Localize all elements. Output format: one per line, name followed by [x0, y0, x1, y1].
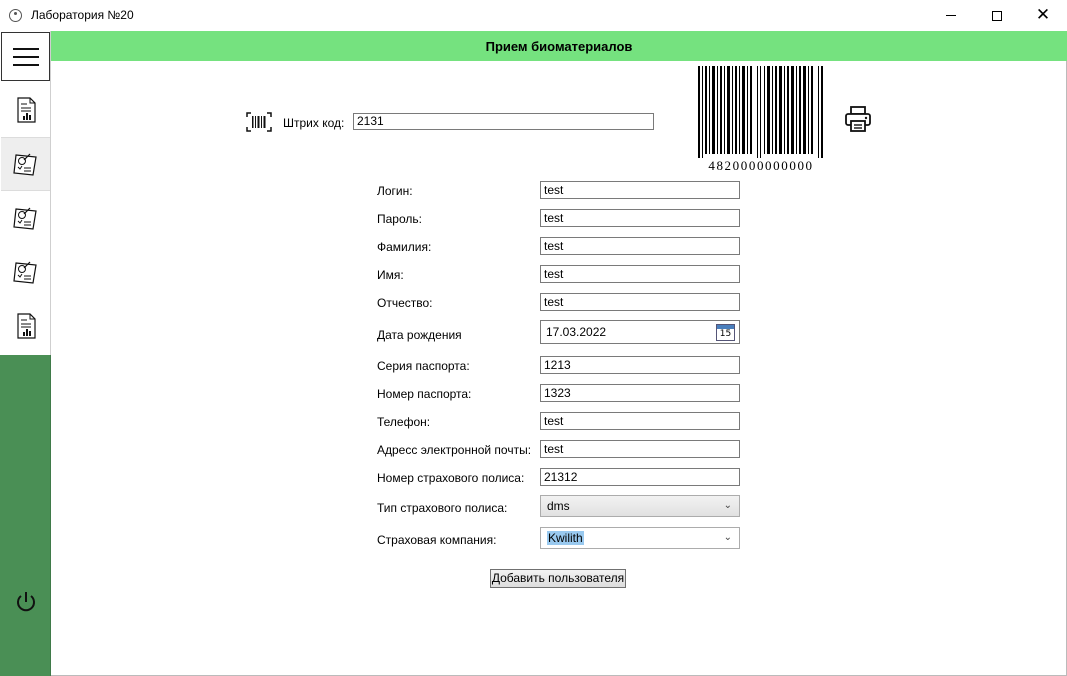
sidebar: [0, 31, 51, 676]
sidebar-item-statistics[interactable]: [1, 299, 50, 353]
patronymic-field[interactable]: test: [540, 293, 740, 311]
email-field[interactable]: test: [540, 440, 740, 458]
surname-field[interactable]: test: [540, 237, 740, 255]
passport-number-label: Номер паспорта:: [377, 387, 472, 401]
barcode-bars: [698, 66, 823, 158]
sidebar-nav: [0, 31, 51, 355]
minimize-button[interactable]: [928, 0, 974, 31]
passport-series-label: Серия паспорта:: [377, 359, 470, 373]
barcode-scan-icon[interactable]: [246, 112, 272, 132]
policy-type-label: Тип страхового полиса:: [377, 501, 508, 515]
app-icon: [9, 9, 22, 22]
insurance-company-select[interactable]: Kwilith ⌄: [540, 527, 740, 549]
password-label: Пароль:: [377, 212, 422, 226]
insurance-company-value: Kwilith: [547, 531, 584, 545]
patronymic-label: Отчество:: [377, 296, 433, 310]
barcode-input[interactable]: 2131: [353, 113, 654, 130]
checklist-icon: [12, 207, 37, 230]
policy-type-value: dms: [547, 499, 570, 513]
minimize-icon: [946, 15, 956, 16]
checklist-icon: [12, 261, 37, 284]
report-chart-icon: [16, 97, 36, 123]
name-label: Имя:: [377, 268, 404, 282]
barcode-label: Штрих код:: [283, 116, 345, 130]
birthdate-label: Дата рождения: [377, 328, 462, 342]
close-icon: ✕: [1035, 5, 1051, 25]
report-chart-icon: [16, 313, 36, 339]
passport-series-field[interactable]: 1213: [540, 356, 740, 374]
sidebar-item-services[interactable]: [1, 245, 50, 299]
close-button[interactable]: ✕: [1020, 0, 1066, 31]
window-title: Лаборатория №20: [31, 8, 134, 22]
login-label: Логин:: [377, 184, 413, 198]
phone-label: Телефон:: [377, 415, 431, 429]
sidebar-item-biomaterial[interactable]: [1, 137, 50, 191]
page-title: Прием биоматериалов: [51, 31, 1067, 61]
insurance-company-label: Страховая компания:: [377, 533, 497, 547]
menu-line: [12, 47, 39, 50]
policy-number-label: Номер страхового полиса:: [377, 471, 525, 485]
name-field[interactable]: test: [540, 265, 740, 283]
logout-button[interactable]: [1, 575, 50, 629]
checklist-icon: [12, 153, 37, 176]
password-field[interactable]: test: [540, 209, 740, 227]
chevron-down-icon: ⌄: [723, 500, 732, 511]
policy-number-field[interactable]: 21312: [540, 468, 740, 486]
title-bar: Лаборатория №20 ✕: [0, 0, 1067, 31]
passport-number-field[interactable]: 1323: [540, 384, 740, 402]
barcode-digits: 4820000000000: [708, 158, 814, 173]
email-label: Адресс электронной почты:: [377, 443, 532, 457]
power-icon: [16, 592, 35, 612]
login-field[interactable]: test: [540, 181, 740, 199]
maximize-button[interactable]: [974, 0, 1020, 31]
birthdate-picker[interactable]: 17.03.2022 15: [540, 320, 740, 344]
menu-line: [12, 55, 39, 58]
sidebar-item-orders[interactable]: [1, 191, 50, 245]
printer-icon[interactable]: [844, 105, 872, 133]
surname-label: Фамилия:: [377, 240, 432, 254]
chevron-down-icon: ⌄: [723, 532, 732, 543]
main-panel: Штрих код: 2131 4820000000000 Логин: tes…: [51, 61, 1067, 676]
add-user-button[interactable]: Добавить пользователя: [490, 569, 626, 588]
menu-line: [12, 63, 39, 66]
policy-type-select[interactable]: dms ⌄: [540, 495, 740, 517]
birthdate-value: 17.03.2022: [546, 325, 607, 339]
hamburger-menu-button[interactable]: [1, 32, 50, 81]
calendar-day: 15: [719, 329, 732, 339]
calendar-icon[interactable]: 15: [716, 324, 735, 341]
barcode-image: 4820000000000: [686, 66, 836, 174]
maximize-icon: [992, 10, 1002, 21]
sidebar-item-reports[interactable]: [1, 83, 50, 137]
phone-field[interactable]: test: [540, 412, 740, 430]
